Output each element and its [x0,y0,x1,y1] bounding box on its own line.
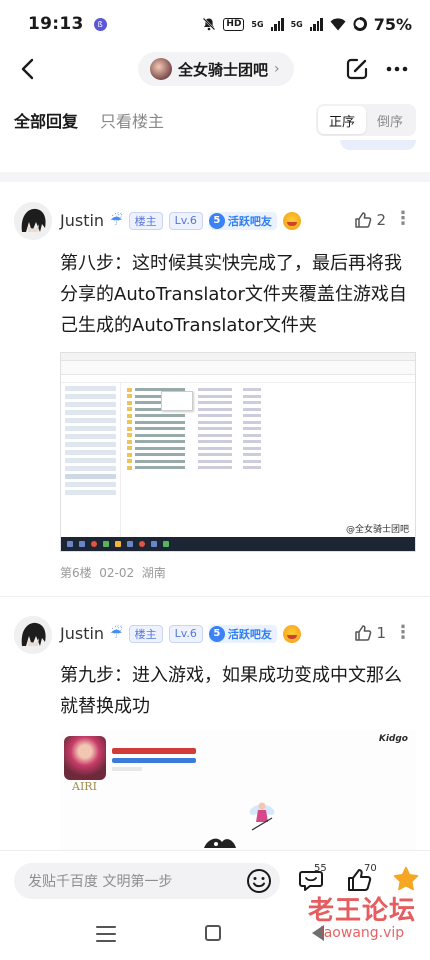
status-time: 19:13 [28,14,84,34]
floor-number: 第6楼 [60,566,92,580]
more-options-icon[interactable] [384,56,410,82]
game-logo: Kidgo [378,734,408,744]
network-label-1: 5G [251,19,264,29]
notification-app-icon: ß [93,17,107,31]
mp-bar [112,758,196,763]
post-date: 02-02 [99,566,135,580]
section-divider [0,596,430,597]
thumb-up-icon [355,625,372,641]
username[interactable]: Justin [60,211,104,230]
section-divider [0,172,430,182]
watermark-sub: laowang.vip [319,925,405,941]
active-badge-label: 活跃吧友 [227,627,272,641]
explorer-context-menu [161,391,193,411]
character-portrait [64,736,106,780]
avatar[interactable] [14,202,52,240]
total-like-count: 70 [364,863,377,874]
emoji-face-icon [282,211,301,230]
windows-taskbar [61,537,415,551]
thumb-up-icon [355,212,372,228]
comment-count: 55 [314,863,327,874]
level-badge: Lv.6 [168,211,203,230]
like-button[interactable]: 2 [354,211,386,229]
umbrella-icon: ☔ [110,212,123,229]
chevron-right-icon: › [274,61,280,77]
active-member-badge: 5 活跃吧友 [208,624,277,643]
post-location: 湖南 [141,566,166,580]
post-header: Justin ☔ 楼主 Lv.6 5 活跃吧友 [60,624,301,643]
active-badge-number: 5 [208,212,225,229]
level-badge: Lv.6 [168,624,203,643]
umbrella-icon: ☔ [110,625,123,642]
tab-all-replies[interactable]: 全部回复 [14,108,78,132]
active-badge-label: 活跃吧友 [227,214,272,228]
reply-placeholder: 发贴千百度 文明第一步 [28,874,173,890]
forum-name: 全女骑士团吧 [178,60,269,79]
tab-op-only[interactable]: 只看楼主 [100,108,164,132]
post-text: 第九步：进入游戏，如果成功变成中文那么就替换成功 [60,665,402,717]
reply-input[interactable]: 发贴千百度 文明第一步 [14,863,280,899]
star-favorite-icon[interactable] [392,865,420,893]
top-nav-bar: 全女骑士团吧 › [0,48,430,92]
site-watermark: 老王论坛 laowang.vip [308,898,416,940]
character-name-label: AIRI [72,780,97,793]
signal-icon-1 [270,17,284,31]
post-header: Justin ☔ 楼主 Lv.6 5 活跃吧友 [60,211,301,230]
post-image-game-screenshot[interactable]: AIRI Kidgo [60,730,416,860]
status-right-cluster: HD 5G 5G 75% [202,15,412,34]
order-toggle: 正序 倒序 [316,104,416,136]
emoji-icon[interactable] [246,868,272,894]
forum-avatar [150,58,172,80]
fairy-sprite [249,802,275,831]
wifi-icon [330,17,346,30]
post-menu-icon[interactable]: ⋮ [394,208,412,229]
cutoff-button-remnant [340,140,416,150]
like-count: 1 [376,624,386,642]
forum-header-pill[interactable]: 全女骑士团吧 › [138,52,294,86]
hp-bar [112,748,196,754]
order-desc-button[interactable]: 倒序 [366,106,414,134]
home-icon[interactable] [205,925,221,941]
notification-badge-text: ß [97,19,103,29]
avatar[interactable] [14,616,52,654]
explorer-ribbon [61,361,415,375]
recent-apps-icon[interactable] [96,926,116,942]
previous-post-cutoff [0,140,430,154]
active-member-badge: 5 活跃吧友 [208,211,277,230]
emoji-face-icon [282,624,301,643]
hd-indicator: HD [223,17,245,31]
battery-icon [353,17,367,31]
like-button[interactable]: 1 [354,624,386,642]
xp-bar [112,767,142,771]
post-text: 第八步：这时候其实快完成了，最后再将我分享的AutoTranslator文件夹覆… [60,253,407,336]
edit-icon[interactable] [344,56,370,82]
battery-percent: 75% [373,14,412,34]
host-badge: 楼主 [128,624,163,643]
image-watermark: @全女骑士团吧 [345,525,409,535]
network-label-2: 5G [290,19,303,29]
back-arrow-icon[interactable] [14,54,44,84]
reply-filter-row: 全部回复 只看楼主 正序 倒序 [0,100,430,140]
status-bar: 19:13 ß HD 5G 5G 75% [0,0,430,48]
post-meta: 第6楼 02-02 湖南 [60,564,166,581]
explorer-file-list [127,385,307,472]
active-badge-number: 5 [208,625,225,642]
like-count: 2 [376,211,386,229]
signal-icon-2 [309,17,323,31]
explorer-titlebar [61,353,415,361]
post-menu-icon[interactable]: ⋮ [394,622,412,643]
order-asc-button[interactable]: 正序 [318,106,366,134]
post-image-explorer-screenshot[interactable]: @全女骑士团吧 [60,352,416,552]
mute-bell-icon [203,17,216,31]
explorer-sidepane [61,383,121,539]
username[interactable]: Justin [60,624,104,643]
host-badge: 楼主 [128,211,163,230]
watermark-main: 老王论坛 [308,896,417,926]
explorer-address-bar [61,375,415,383]
